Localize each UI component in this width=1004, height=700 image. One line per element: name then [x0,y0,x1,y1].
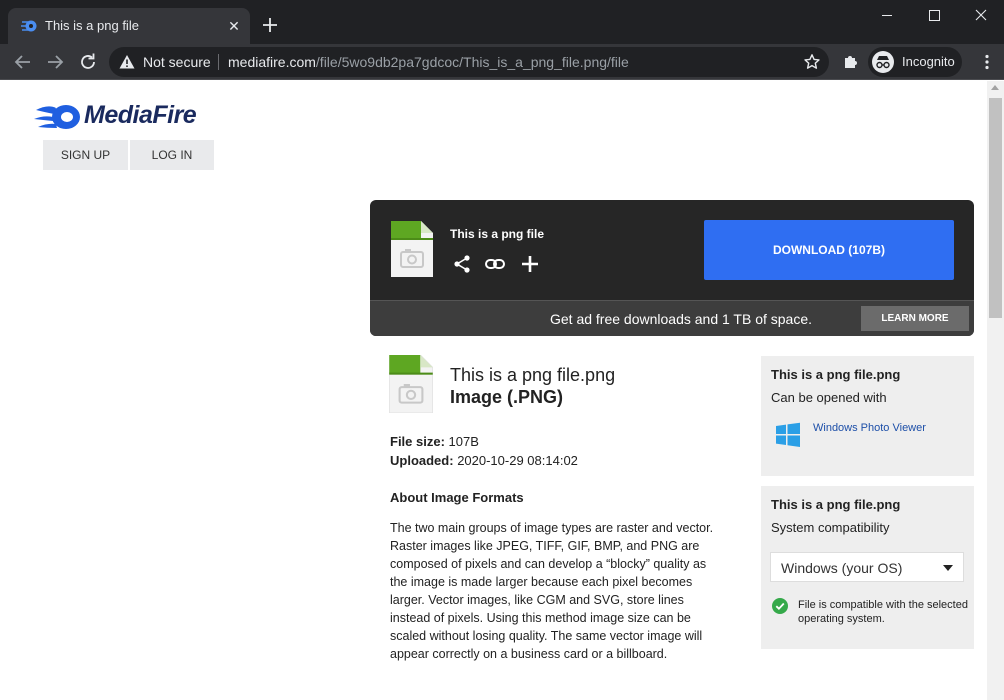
scrollbar-thumb[interactable] [989,98,1002,318]
bookmark-star-icon[interactable] [803,53,821,71]
omnibox-divider [218,54,219,70]
mediafire-flame-icon [34,105,80,129]
promo-bar: Get ad free downloads and 1 TB of space.… [370,300,974,336]
open-with-card-title: This is a png file.png [771,367,901,382]
windows-logo-icon [776,422,800,447]
promo-text: Get ad free downloads and 1 TB of space. [550,311,813,327]
download-file-title: This is a png file [450,227,545,241]
forward-arrow-icon[interactable] [43,50,67,74]
new-tab-icon[interactable] [259,14,281,36]
link-icon[interactable] [484,253,506,275]
minimize-window-icon[interactable] [864,0,910,32]
security-status-label[interactable]: Not secure [143,54,211,70]
uploaded-row: Uploaded: 2020-10-29 08:14:02 [390,453,578,468]
system-compatibility-card: This is a png file.png System compatibil… [761,486,974,649]
tab-close-icon[interactable]: ✕ [224,16,244,36]
check-circle-icon [772,598,788,614]
browser-titlebar: This is a png file ✕ [0,0,1004,44]
url-text[interactable]: mediafire.com/file/5wo9db2pa7gdcoc/This_… [228,54,629,70]
reload-icon[interactable] [76,50,100,74]
about-section-title: About Image Formats [390,490,524,505]
download-button[interactable]: DOWNLOAD (107B) [704,220,954,280]
mediafire-favicon-icon [21,20,37,32]
png-file-icon [391,221,433,277]
extensions-puzzle-icon[interactable] [842,53,860,71]
incognito-icon [872,51,894,73]
uploaded-value: 2020-10-29 08:14:02 [457,453,578,468]
url-path: /file/5wo9db2pa7gdcoc/This_is_a_png_file… [315,54,629,70]
file-type: Image (.PNG) [450,387,564,407]
compatibility-status-text: File is compatible with the selected ope… [798,599,968,625]
sign-up-button[interactable]: SIGN UP [43,140,128,170]
uploaded-label: Uploaded: [390,453,454,468]
download-panel: This is a png file DOWNLOAD (107B) Get a… [370,200,974,336]
file-size-value: 107B [448,434,479,449]
back-arrow-icon[interactable] [11,50,35,74]
compatibility-card-title: This is a png file.png [771,497,901,512]
page-scrollbar[interactable] [987,81,1004,700]
browser-tab[interactable]: This is a png file ✕ [8,8,250,44]
browser-toolbar: Not secure mediafire.com/file/5wo9db2pa7… [0,44,1004,80]
windows-photo-viewer-link[interactable]: Windows Photo Viewer [813,422,926,434]
maximize-window-icon[interactable] [911,0,957,32]
mediafire-logo[interactable]: MediaFire [34,100,224,134]
os-select-value: Windows (your OS) [781,560,903,576]
log-in-button[interactable]: LOG IN [130,140,214,170]
open-with-card-subtitle: Can be opened with [771,390,887,405]
browser-menu-icon[interactable] [978,53,996,71]
chevron-down-icon [943,565,953,571]
share-icon[interactable] [451,253,473,275]
open-with-card: This is a png file.png Can be opened wit… [761,356,974,476]
scroll-up-arrow-icon[interactable] [991,85,999,90]
add-to-account-plus-icon[interactable] [519,253,541,275]
url-host: mediafire.com [228,54,316,70]
os-select-dropdown[interactable]: Windows (your OS) [770,552,964,582]
compatibility-card-subtitle: System compatibility [771,520,890,535]
file-size-label: File size: [390,434,445,449]
close-window-icon[interactable] [958,0,1004,32]
warning-triangle-icon[interactable] [119,54,135,70]
about-section-body: The two main groups of image types are r… [390,521,714,661]
page-content: MediaFire SIGN UP LOG IN This is a png f… [0,81,987,700]
learn-more-button[interactable]: LEARN MORE [861,306,969,331]
mediafire-logo-text: MediaFire [84,101,197,129]
file-name: This is a png file.png [450,365,616,385]
address-bar[interactable]: Not secure mediafire.com/file/5wo9db2pa7… [109,47,829,77]
png-file-icon [389,355,433,413]
incognito-label: Incognito [902,54,955,69]
incognito-profile-button[interactable]: Incognito [868,47,962,77]
tab-title: This is a png file [45,18,139,33]
file-size-row: File size: 107B [390,434,479,449]
